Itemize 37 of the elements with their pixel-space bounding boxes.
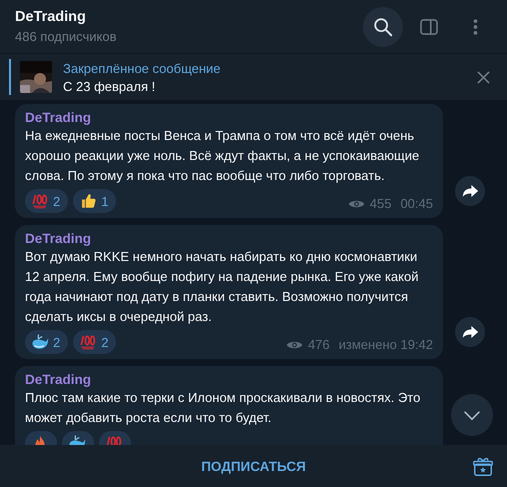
more-icon bbox=[472, 18, 478, 36]
reaction-chip[interactable]: 2 bbox=[25, 189, 68, 213]
message-author: DeTrading bbox=[25, 372, 92, 387]
message-time: 00:45 bbox=[400, 196, 433, 211]
pinned-label: Закреплённое сообщение bbox=[63, 60, 222, 76]
sidebar-icon bbox=[420, 18, 438, 34]
share-arrow-icon bbox=[462, 325, 478, 339]
search-icon bbox=[372, 16, 394, 38]
message-author: DeTrading bbox=[25, 231, 92, 246]
hundred-points-icon bbox=[31, 192, 49, 210]
forward-button[interactable] bbox=[455, 317, 485, 347]
reaction-chip[interactable]: 1 bbox=[73, 189, 116, 213]
forward-button[interactable] bbox=[455, 176, 485, 206]
gift-icon bbox=[472, 456, 494, 478]
message-text: Плюс там какие то терки с Илоном проскакивали в новостях. Это может добавить роста если что то будет. bbox=[25, 389, 422, 427]
message-text: Вот думаю RKKE немного начать набирать ко дню космонавтики 12 апреля. Ему вообще пофигу на падение рынка. Его уже какой года начинают под дату в планки ставить. Возможно получится сделать иксы в очередной раз. bbox=[25, 248, 420, 326]
pinned-text: С 23 февраля ! bbox=[63, 78, 156, 94]
reaction-chip[interactable]: 2 bbox=[25, 330, 68, 354]
subscriber-count: 486 подписчиков bbox=[15, 29, 117, 44]
reaction-chip[interactable]: 2 bbox=[73, 330, 116, 354]
channel-title: DeTrading bbox=[15, 9, 87, 25]
message-text: На ежедневные посты Венса и Трампа о том что всё идёт очень хорошо реакции уже ноль. Всё ждут факты, а не успокаивающие слова. По этому я пока что пас вообще что либо торговать. bbox=[25, 127, 420, 185]
scroll-down-button[interactable] bbox=[451, 394, 493, 436]
view-count: 476 bbox=[308, 337, 330, 352]
close-icon bbox=[476, 70, 490, 84]
subscribe-button[interactable]: ПОДПИСАТЬСЯ bbox=[191, 452, 316, 480]
thumbs-up-icon bbox=[79, 192, 98, 210]
whale-icon bbox=[31, 333, 49, 351]
hundred-points-icon bbox=[79, 333, 98, 351]
view-count: 455 bbox=[370, 196, 392, 211]
pinned-message-bar[interactable]: Закреплённое сообщение С 23 февраля ! bbox=[0, 53, 507, 100]
search-button[interactable] bbox=[363, 6, 403, 46]
message-time: изменено 19:42 bbox=[338, 337, 433, 352]
chevron-down-icon bbox=[462, 410, 482, 420]
share-arrow-icon bbox=[462, 184, 478, 198]
message-author: DeTrading bbox=[25, 110, 92, 125]
gift-button[interactable] bbox=[471, 455, 495, 479]
